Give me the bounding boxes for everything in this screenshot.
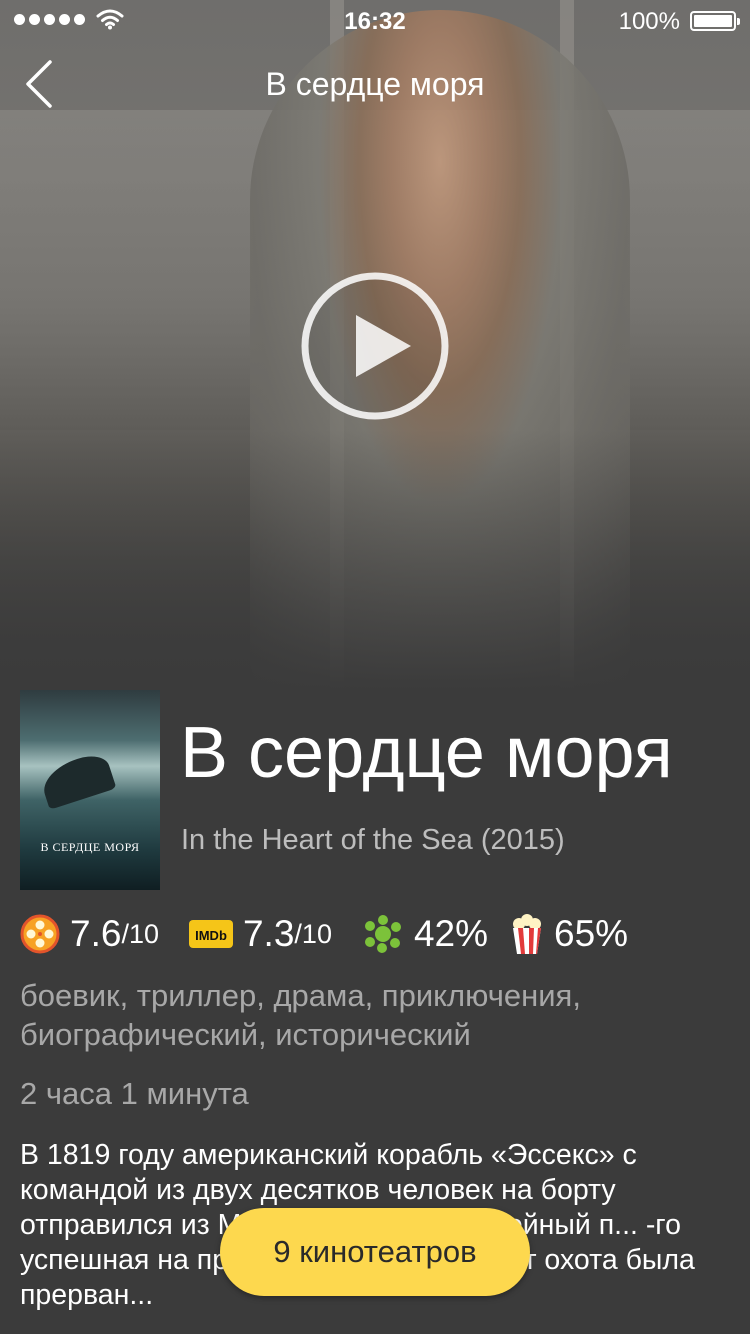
imdb-icon: IMDb: [188, 920, 233, 948]
rating-value: 42%: [413, 913, 489, 954]
movie-poster: В СЕРДЦЕ МОРЯ: [20, 690, 160, 890]
movie-title: В сердце моря: [180, 713, 673, 793]
poster-title: В СЕРДЦЕ МОРЯ: [40, 840, 140, 854]
movie-duration: 2 часа 1 минута: [20, 1076, 249, 1111]
rating-denominator: /10: [294, 918, 332, 949]
status-bar: 16:32 100%: [0, 0, 750, 40]
rating-kinopoisk: 7.6/10: [20, 913, 159, 955]
rating-denominator: /10: [121, 918, 159, 949]
cinemas-button[interactable]: 9 кинотеатров: [220, 1208, 530, 1296]
ratings-row: 7.6/10 IMDb 7.3/10 42% 65%: [20, 908, 658, 960]
rating-audience: 65%: [510, 913, 628, 955]
hero-fade: [0, 430, 750, 690]
rating-value: 7.6: [70, 913, 122, 954]
nav-title: В сердце моря: [265, 66, 485, 102]
movie-original-title: In the Heart of the Sea (2015): [181, 824, 565, 856]
battery-percentage: 100%: [618, 8, 680, 35]
play-icon: [301, 272, 449, 420]
battery-icon: [690, 11, 740, 31]
rating-critics: 42%: [362, 913, 488, 955]
poster-whale-tail: [37, 750, 117, 810]
rating-value: 65%: [554, 913, 629, 954]
splat-icon: [364, 915, 401, 953]
rating-value: 7.3: [242, 913, 295, 954]
popcorn-icon: [513, 914, 542, 954]
svg-text:IMDb: IMDb: [195, 928, 227, 943]
play-trailer-button[interactable]: [300, 271, 450, 421]
rating-imdb: IMDb 7.3/10: [188, 913, 332, 955]
movie-genres: боевик, триллер, драма, приключения, био…: [20, 978, 581, 1052]
film-reel-icon: [20, 914, 60, 954]
